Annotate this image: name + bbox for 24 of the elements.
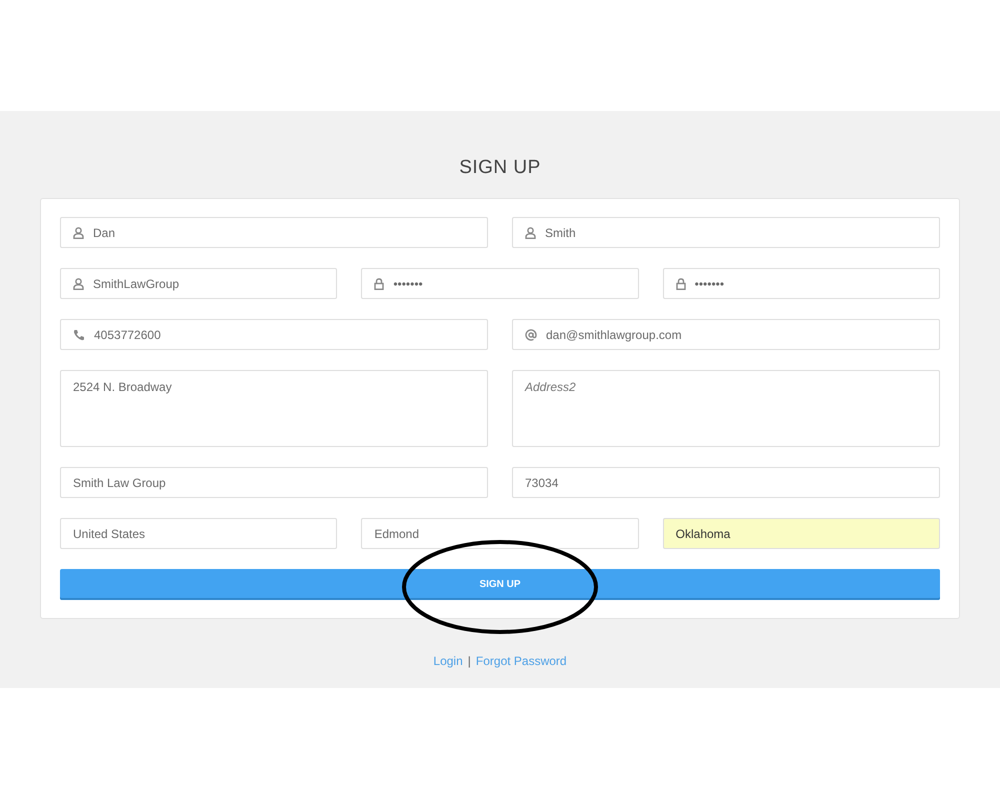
sign-up-button[interactable]: SIGN UP xyxy=(60,569,940,600)
input-field[interactable]: Oklahoma xyxy=(662,518,940,549)
page-title: SIGN UP xyxy=(459,157,541,180)
text-area[interactable]: Address2 xyxy=(512,370,940,447)
input-field[interactable]: Smith xyxy=(512,217,940,248)
input-field[interactable]: United States xyxy=(60,518,338,549)
lock-icon xyxy=(374,278,384,290)
input-field[interactable]: Edmond xyxy=(361,518,639,549)
user-icon xyxy=(73,278,84,290)
input-field[interactable]: ••••••• xyxy=(662,268,940,299)
phone-icon xyxy=(73,328,85,340)
lock-icon xyxy=(676,278,686,290)
input-field[interactable]: 4053772600 xyxy=(60,319,488,350)
input-field[interactable]: SmithLawGroup xyxy=(60,268,338,299)
input-field[interactable]: dan@smithlawgroup.com xyxy=(512,319,940,350)
input-field[interactable]: Dan xyxy=(60,217,488,248)
text-area[interactable]: 2524 N. Broadway xyxy=(60,370,488,447)
link-separator: | xyxy=(468,654,471,668)
input-field[interactable]: ••••••• xyxy=(361,268,639,299)
input-field[interactable]: Smith Law Group xyxy=(60,467,488,498)
input-field[interactable]: 73034 xyxy=(512,467,940,498)
at-sign-icon xyxy=(525,328,537,340)
user-icon xyxy=(525,226,536,238)
user-icon xyxy=(73,226,84,238)
